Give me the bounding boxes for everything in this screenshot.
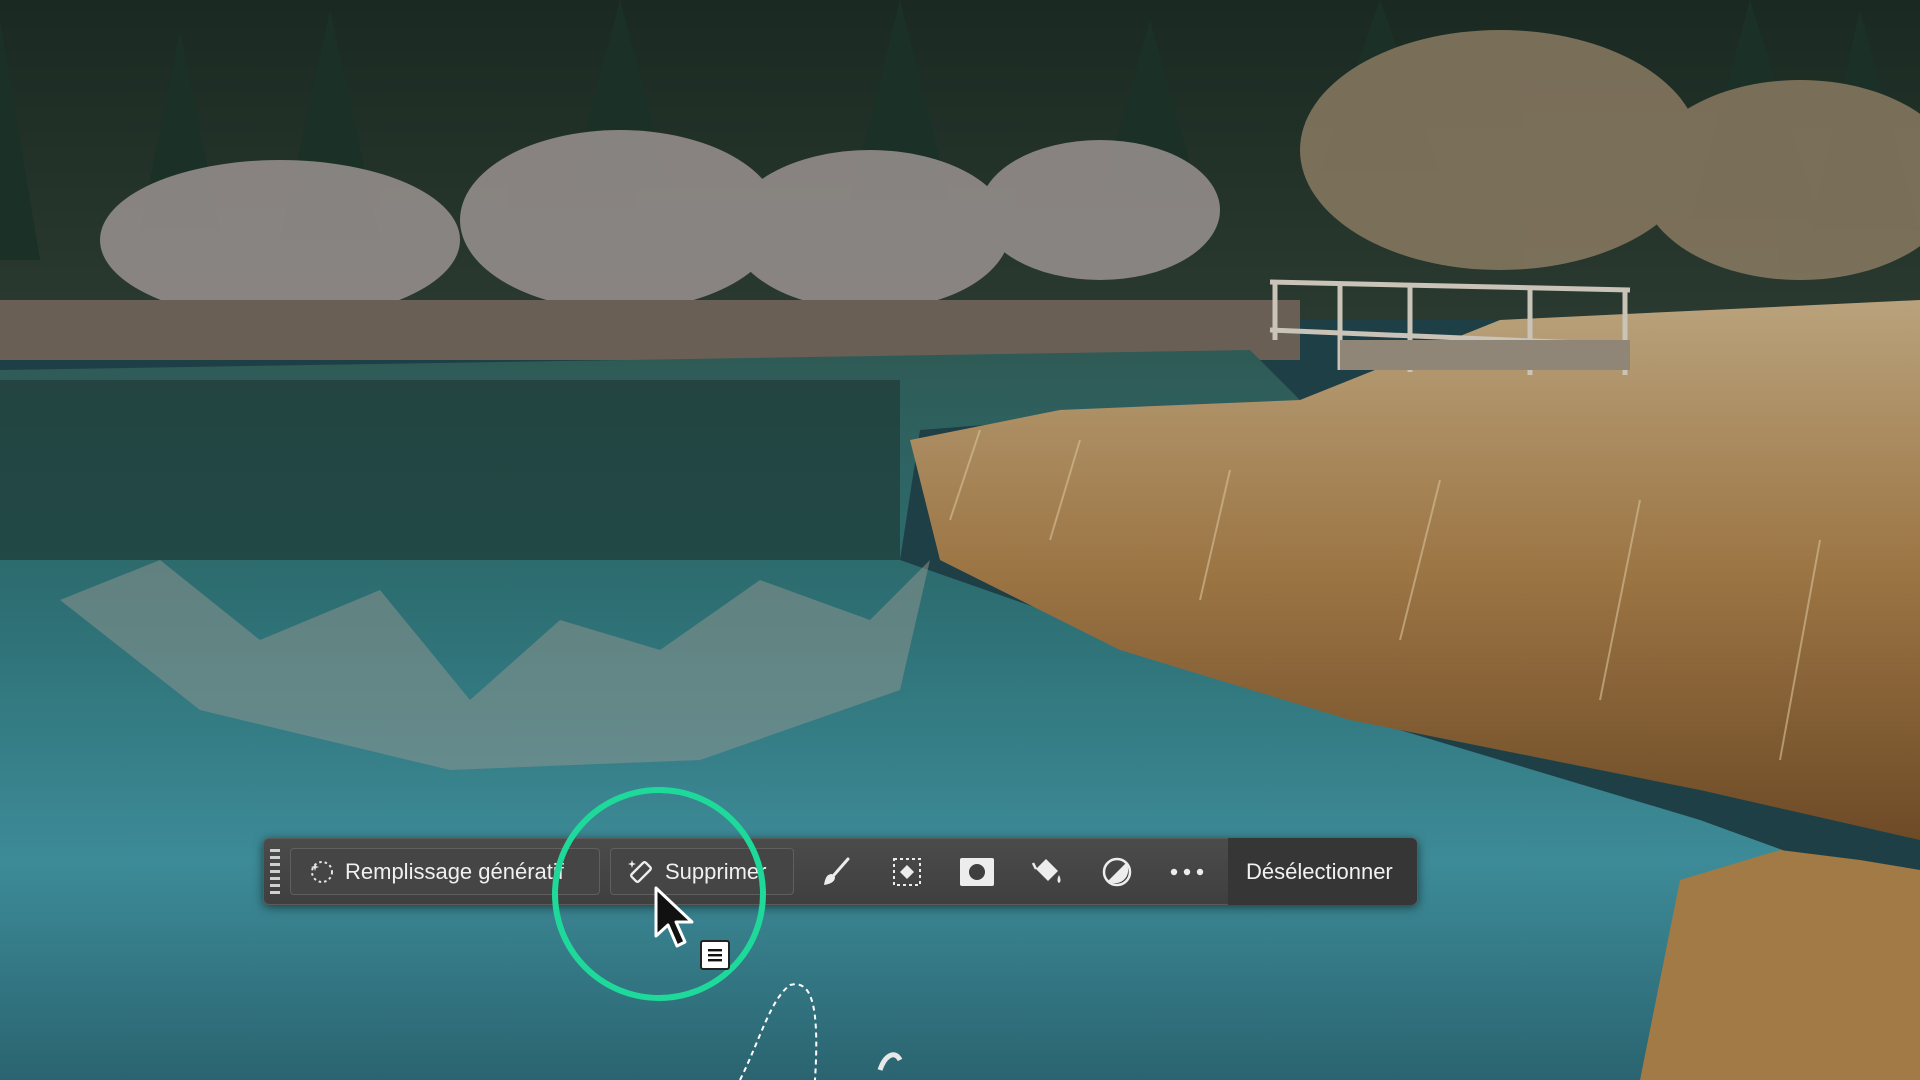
brush-icon[interactable] bbox=[802, 838, 872, 905]
eraser-sparkle-icon bbox=[625, 857, 655, 887]
remove-label: Supprimer bbox=[665, 858, 767, 884]
deselect-button[interactable]: Désélectionner bbox=[1228, 838, 1417, 905]
more-options-icon[interactable] bbox=[1152, 838, 1222, 905]
generative-fill-button[interactable]: Remplissage génératif bbox=[290, 848, 600, 895]
grip-handle-icon[interactable] bbox=[264, 838, 286, 905]
cursor-menu-badge-icon bbox=[700, 940, 730, 970]
mouse-pointer-icon bbox=[654, 886, 694, 948]
photo-canvas[interactable] bbox=[0, 0, 1920, 1080]
sparkle-circle-icon bbox=[309, 859, 335, 885]
adjustment-icon[interactable] bbox=[1082, 838, 1152, 905]
generative-fill-label: Remplissage génératif bbox=[345, 858, 564, 884]
contextual-task-bar: Remplissage génératif Supprimer Désélect… bbox=[263, 838, 1418, 905]
mask-icon[interactable] bbox=[942, 838, 1012, 905]
paint-bucket-icon[interactable] bbox=[1012, 838, 1082, 905]
selection-transform-icon[interactable] bbox=[872, 838, 942, 905]
remove-button[interactable]: Supprimer bbox=[610, 848, 794, 895]
deselect-label: Désélectionner bbox=[1246, 858, 1393, 884]
